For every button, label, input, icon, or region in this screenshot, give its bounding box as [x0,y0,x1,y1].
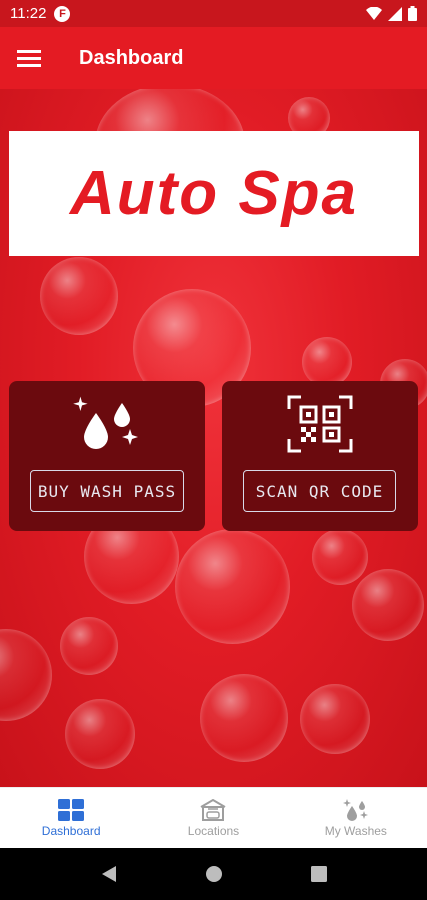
scan-qr-code-button[interactable]: SCAN QR CODE [243,470,396,512]
nav-label-dashboard: Dashboard [41,823,101,838]
nav-item-my-washes[interactable]: My Washes [285,788,427,848]
recents-square-icon [310,866,327,882]
home-button[interactable] [205,865,223,883]
nav-label-my-washes: My Washes [324,823,387,838]
hamburger-menu-icon [17,50,41,67]
water-drops-sparkle-icon [73,396,138,449]
wifi-icon [366,6,382,20]
buy-wash-pass-card[interactable]: BUY WASH PASS [9,381,205,531]
scan-qr-code-card[interactable]: SCAN QR CODE [222,381,418,531]
battery-icon [408,6,417,21]
signal-icon [388,6,402,21]
back-triangle-icon [101,866,116,882]
menu-button[interactable] [0,27,58,89]
back-button[interactable] [101,865,117,883]
nav-item-dashboard[interactable]: Dashboard [0,788,142,848]
app-bar: Dashboard [0,27,427,89]
buy-wash-pass-button[interactable]: BUY WASH PASS [30,470,184,512]
status-icons [366,6,417,21]
recents-button[interactable] [310,866,327,882]
nav-label-locations: Locations [187,823,240,838]
car-wash-building-icon [200,798,226,821]
qr-code-scan-icon [287,395,353,453]
notification-icon: F [54,5,71,22]
dashboard-grid-icon [58,798,85,821]
status-bar: 11:22 F [0,0,427,27]
home-circle-icon [205,866,222,882]
page-title: Dashboard [79,46,184,69]
status-time: 11:22 [10,5,47,22]
logo-text: Auto Spa [69,159,359,228]
system-nav-bar [0,848,427,900]
logo-banner: Auto Spa [9,131,419,256]
dashboard-content: Auto Spa BUY WASH PASS SCAN QR CODE [0,89,427,787]
bottom-nav: Dashboard Locations My Washes [0,787,427,848]
water-drops-sparkle-icon [342,798,368,821]
nav-item-locations[interactable]: Locations [142,788,284,848]
